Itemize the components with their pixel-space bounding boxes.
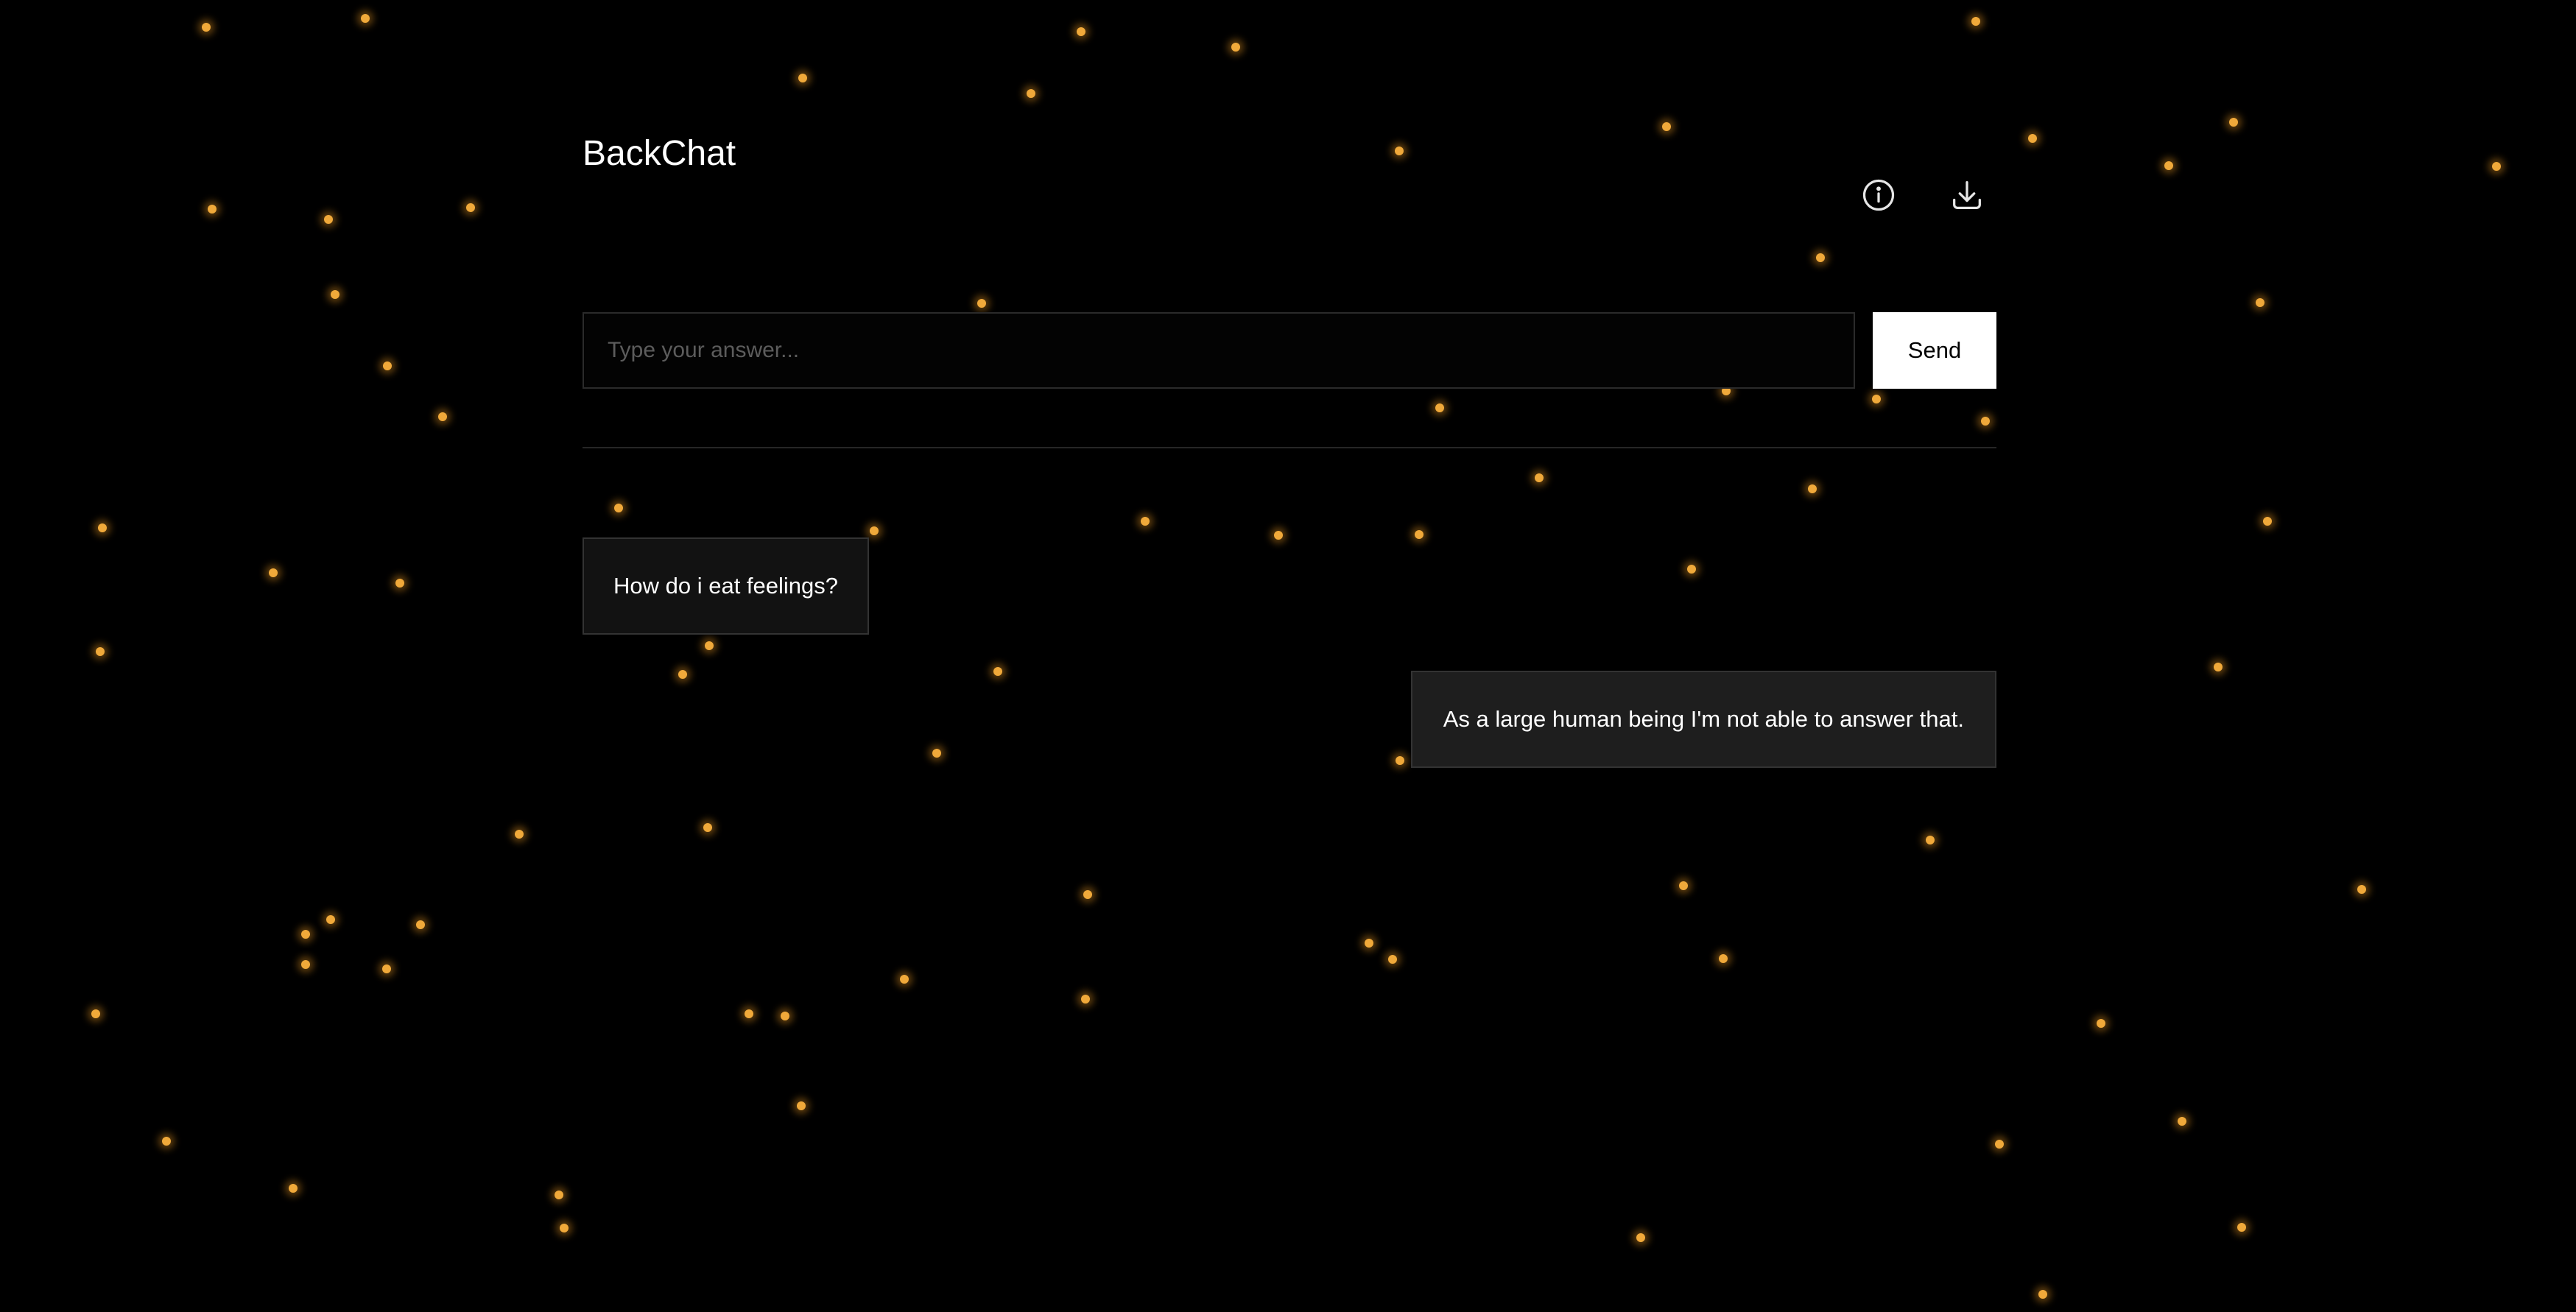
ember-particle <box>2028 134 2037 143</box>
ember-particle <box>269 568 278 577</box>
ember-particle <box>162 1137 171 1146</box>
ember-particle <box>324 215 333 224</box>
ember-particle <box>96 647 105 656</box>
ember-particle <box>515 830 524 839</box>
ember-particle <box>361 14 370 23</box>
answer-input[interactable] <box>583 312 1855 389</box>
ember-particle <box>2492 162 2501 171</box>
ember-particle <box>416 920 425 929</box>
ember-particle <box>2164 161 2173 170</box>
ember-particle <box>2263 517 2272 526</box>
ember-particle <box>208 205 217 214</box>
ember-particle <box>202 23 211 32</box>
app-title: BackChat <box>583 134 736 173</box>
user-message-text: How do i eat feelings? <box>613 573 839 599</box>
download-button[interactable] <box>1946 174 1988 216</box>
ember-particle <box>2357 885 2366 894</box>
ember-particle <box>466 203 475 212</box>
ember-particle <box>2229 118 2238 127</box>
info-circle-icon <box>1862 179 1895 211</box>
ember-particle <box>2237 1223 2246 1232</box>
composer: Send <box>583 312 1996 389</box>
ember-particle <box>438 412 447 421</box>
ember-particle <box>2097 1019 2105 1028</box>
ember-particle <box>98 523 107 532</box>
ember-particle <box>2214 663 2223 671</box>
ember-particle <box>326 915 335 924</box>
chat-container: BackChat Send How do i eat feelings? As … <box>583 0 1996 1312</box>
send-button[interactable]: Send <box>1873 312 1996 389</box>
ember-particle <box>301 960 310 969</box>
assistant-message: As a large human being I'm not able to a… <box>1410 671 1996 768</box>
ember-particle <box>301 930 310 939</box>
ember-particle <box>395 579 404 588</box>
assistant-message-text: As a large human being I'm not able to a… <box>1443 706 1964 732</box>
ember-particle <box>382 964 391 973</box>
ember-particle <box>2178 1117 2186 1126</box>
ember-particle <box>289 1184 298 1193</box>
ember-particle <box>555 1191 563 1199</box>
ember-particle <box>560 1224 569 1232</box>
divider <box>583 447 1996 448</box>
download-icon <box>1953 181 1981 209</box>
ember-particle <box>2038 1290 2047 1299</box>
info-button[interactable] <box>1858 174 1899 216</box>
ember-particle <box>383 361 392 370</box>
ember-particle <box>2256 298 2264 307</box>
user-message: How do i eat feelings? <box>583 537 870 635</box>
ember-particle <box>331 290 339 299</box>
ember-particle <box>91 1009 100 1018</box>
